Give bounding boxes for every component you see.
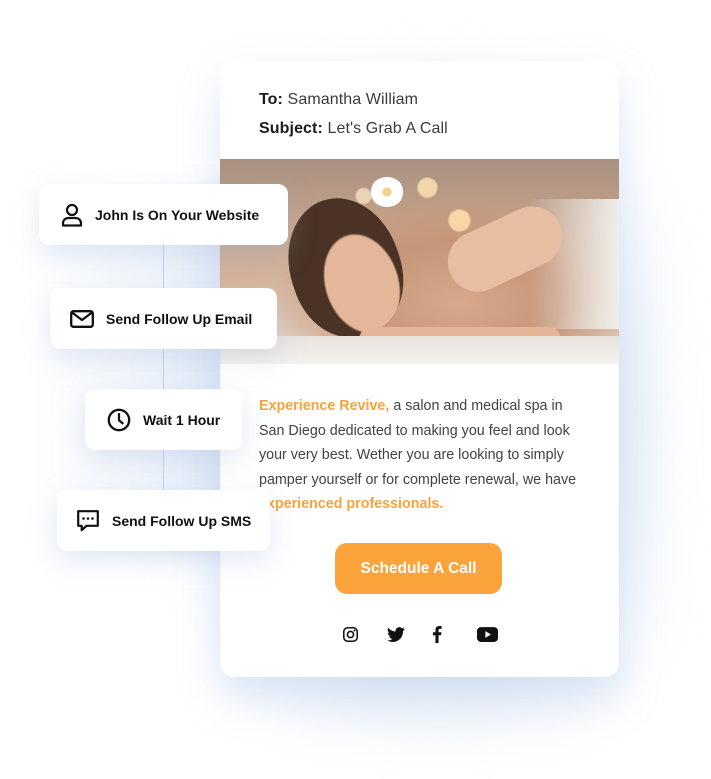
mail-icon — [70, 309, 94, 328]
step-label: Send Follow Up SMS — [112, 512, 252, 529]
social-links — [342, 624, 522, 644]
email-body: Experience Revive, a salon and medical s… — [259, 394, 589, 517]
facebook-icon — [432, 625, 442, 643]
email-preview-card: To: Samantha William Subject: Let's Grab… — [220, 61, 619, 677]
professionals-highlight: experienced professionals. — [259, 496, 444, 512]
brand-highlight: Experience Revive, — [259, 398, 390, 414]
twitter-link[interactable] — [387, 624, 432, 644]
workflow-connector — [163, 244, 164, 289]
instagram-icon — [342, 626, 359, 642]
schedule-call-button[interactable]: Schedule A Call — [335, 543, 502, 594]
to-label: To: — [259, 91, 283, 108]
youtube-icon — [477, 626, 498, 642]
to-value: Samantha William — [287, 91, 419, 108]
workflow-step-wait[interactable]: Wait 1 Hour — [85, 389, 242, 450]
chat-icon — [76, 509, 100, 533]
subject-label: Subject: — [259, 120, 323, 137]
subject-value: Let's Grab A Call — [327, 120, 448, 137]
clock-icon — [107, 408, 131, 432]
workflow-connector — [163, 450, 164, 492]
email-subject: Subject: Let's Grab A Call — [259, 114, 619, 143]
workflow-step-sms[interactable]: Send Follow Up SMS — [57, 490, 270, 551]
twitter-icon — [387, 626, 405, 642]
email-to: To: Samantha William — [259, 85, 619, 114]
step-label: Wait 1 Hour — [143, 411, 221, 428]
email-header: To: Samantha William Subject: Let's Grab… — [220, 61, 619, 143]
user-icon — [61, 203, 83, 227]
facebook-link[interactable] — [432, 624, 477, 644]
instagram-link[interactable] — [342, 624, 387, 644]
workflow-step-visit[interactable]: John Is On Your Website — [39, 184, 288, 245]
workflow-connector — [163, 348, 164, 390]
step-label: John Is On Your Website — [95, 206, 260, 223]
workflow-step-email[interactable]: Send Follow Up Email — [50, 288, 277, 349]
step-label: Send Follow Up Email — [106, 310, 253, 327]
youtube-link[interactable] — [477, 624, 522, 644]
